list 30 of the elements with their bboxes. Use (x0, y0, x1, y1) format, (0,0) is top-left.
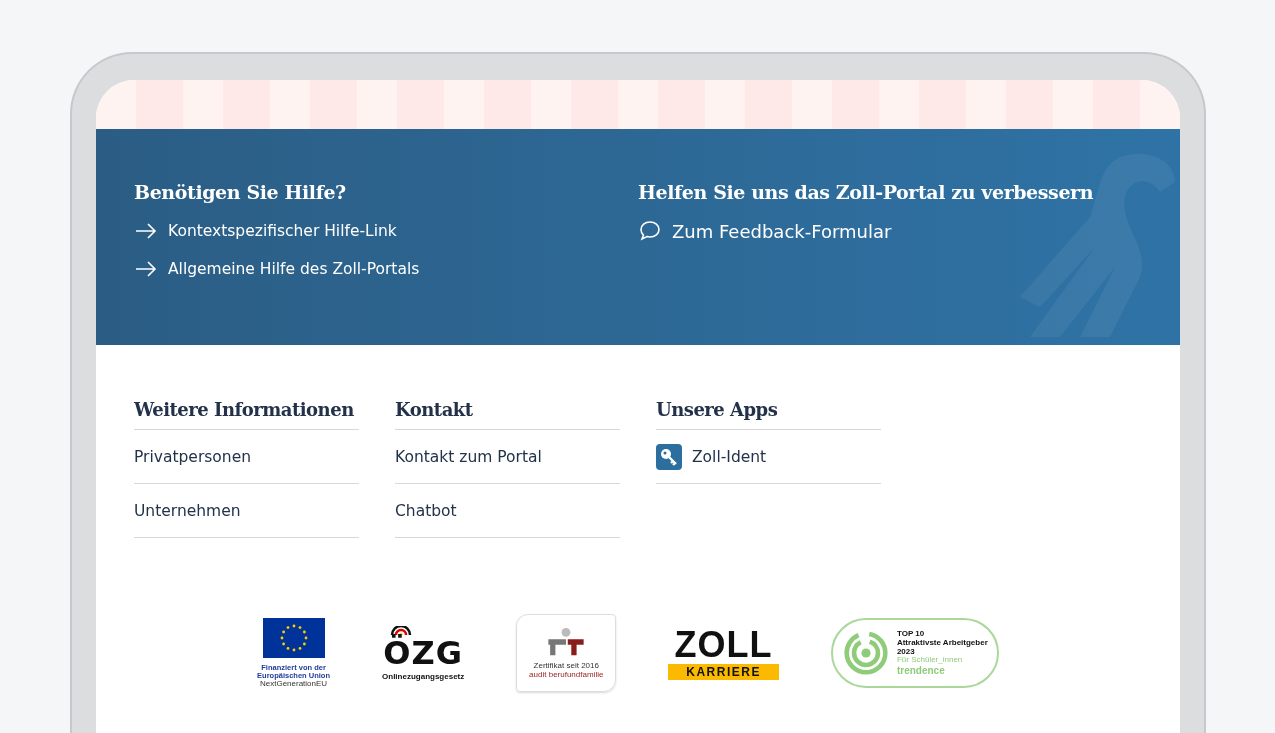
logo-wordmark: ÖZG (383, 636, 463, 669)
footer-link[interactable]: Unternehmen (134, 484, 359, 538)
column-heading: Unsere Apps (656, 399, 881, 430)
logo-caption: NextGenerationEU (259, 679, 328, 689)
help-link[interactable]: Allgemeine Hilfe des Zoll-Portals (134, 257, 638, 281)
eu-flag-icon (262, 617, 325, 658)
award-text: TOP 10 (896, 629, 926, 639)
logo-caption: Onlinezugangsgesetz (382, 671, 465, 681)
speech-bubble-icon (638, 219, 662, 243)
logo-wordmark: ZOLL (674, 626, 773, 663)
key-app-icon (656, 443, 682, 470)
help-link[interactable]: Zum Feedback-Formular (638, 219, 1142, 243)
column-heading: Weitere Informationen (134, 399, 359, 430)
logo-tagline: KARRIERE (668, 663, 779, 680)
footer-link[interactable]: Chatbot (395, 484, 620, 538)
award-text: Attraktivste Arbeitgeber (896, 638, 988, 648)
footer-link[interactable]: Zoll-Ident (656, 430, 881, 484)
brand-name: trendence (896, 665, 946, 677)
target-icon (842, 630, 889, 676)
section-heading: Benötigen Sie Hilfe? (134, 181, 347, 203)
logo-caption: audit berufundfamilie (529, 670, 604, 679)
help-link[interactable]: Kontextspezifischer Hilfe-Link (134, 219, 638, 243)
audit-figure-icon (546, 627, 587, 657)
footer-link[interactable]: Kontakt zum Portal (395, 430, 620, 484)
footer-link[interactable]: Privatpersonen (134, 430, 359, 484)
award-text: 2023 (896, 647, 916, 657)
award-text: Für Schüler_innen (896, 656, 964, 666)
logo-caption: Zertifikat seit 2016 (533, 661, 599, 670)
section-heading: Helfen Sie uns das Zoll-Portal zu verbessern (638, 181, 1095, 203)
column-heading: Kontakt (395, 399, 620, 430)
